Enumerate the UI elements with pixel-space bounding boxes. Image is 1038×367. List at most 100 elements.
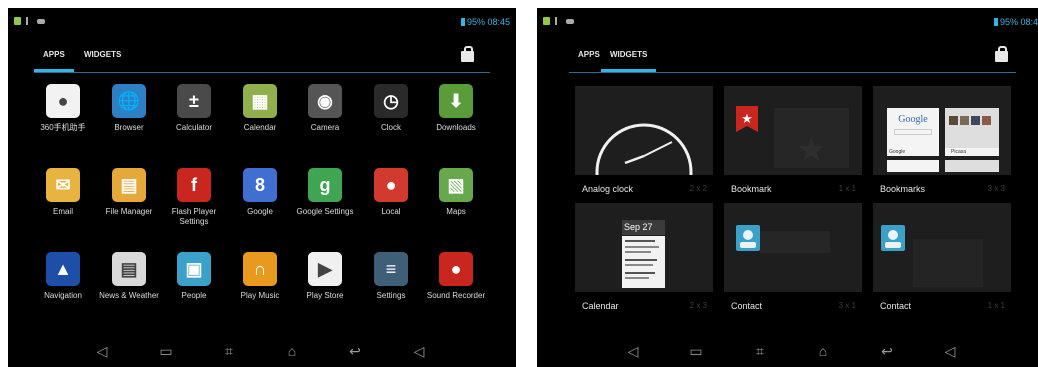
app-label: Email <box>52 207 73 216</box>
status-right: 95% 08:45 <box>460 17 510 27</box>
app-contact-card[interactable]: ▣ People <box>163 252 225 301</box>
widget-preview: Google Google Picasa <box>873 86 1011 175</box>
download-icon: ⬇ <box>439 84 473 118</box>
volume-up-icon[interactable]: ◁ <box>940 341 960 361</box>
app-globe[interactable]: 🌐 Browser <box>98 84 160 133</box>
widget-calendar[interactable]: Sep 27 Calendar 2 x 3 <box>575 203 713 321</box>
app-navigation-arrow[interactable]: ▲ Navigation <box>32 252 94 301</box>
shopping-bag-icon: ▶ <box>308 252 342 286</box>
app-shopping-bag[interactable]: ▶ Play Store <box>294 252 356 301</box>
360-assistant-icon: ● <box>46 84 80 118</box>
app-folder[interactable]: ▤ File Manager <box>98 168 160 217</box>
play-store-shortcut[interactable] <box>994 45 1009 62</box>
app-google[interactable]: 8 Google <box>229 168 291 217</box>
app-label: People <box>181 291 207 300</box>
home-icon[interactable]: ⌂ <box>813 341 833 361</box>
app-envelope[interactable]: ✉ Email <box>32 168 94 217</box>
app-label: News & Weather <box>99 291 159 300</box>
app-label: Browser <box>114 123 144 132</box>
analog-clock-icon <box>595 123 693 175</box>
back-icon[interactable]: ↩ <box>877 341 897 361</box>
widget-name: Bookmark <box>731 184 772 194</box>
calendar-date-header: Sep 27 <box>622 220 665 235</box>
bookmark-caption: Picasa <box>945 148 999 156</box>
widget-size: 3 x 3 <box>987 184 1005 193</box>
status-bar: 95% 08:45 <box>8 8 516 36</box>
app-calendar[interactable]: ▦ Calendar <box>229 84 291 133</box>
google-icon: 8 <box>243 168 277 202</box>
volume-up-icon[interactable]: ◁ <box>409 341 429 361</box>
app-flash[interactable]: f Flash Player Settings <box>163 168 225 227</box>
volume-down-icon[interactable]: ◁ <box>623 341 643 361</box>
widget-contact-wide[interactable]: Contact 3 x 1 <box>724 203 862 321</box>
app-label: Clock <box>380 123 401 132</box>
back-icon[interactable]: ↩ <box>345 341 365 361</box>
app-calculator[interactable]: ± Calculator <box>163 84 225 133</box>
app-label: File Manager <box>105 207 153 216</box>
screenshot-icon[interactable]: ⌗ <box>219 341 239 361</box>
calendar-icon: ▦ <box>243 84 277 118</box>
home-icon[interactable]: ⌂ <box>282 341 302 361</box>
microphone-icon: ● <box>439 252 473 286</box>
bookmark-thumb-google: Google <box>887 108 939 148</box>
contact-card-icon <box>881 225 983 287</box>
app-sliders[interactable]: ≡ Settings <box>360 252 422 301</box>
app-map-pin[interactable]: ● Local <box>360 168 422 217</box>
navigation-bar: ◁ ▭ ⌗ ⌂ ↩ ◁ <box>537 341 1038 361</box>
gamepad-icon <box>37 18 45 24</box>
play-store-shortcut[interactable] <box>460 45 475 62</box>
app-notification-icon <box>543 17 550 25</box>
contact-card-icon: ▣ <box>177 252 211 286</box>
tab-apps[interactable]: APPS <box>34 50 74 72</box>
app-download[interactable]: ⬇ Downloads <box>425 84 487 133</box>
widget-bookmark[interactable]: ★ ★ Bookmark 1 x 1 <box>724 86 862 204</box>
widget-name: Analog clock <box>582 184 634 194</box>
app-label: Camera <box>310 123 340 132</box>
app-headphones[interactable]: ∩ Play Music <box>229 252 291 301</box>
newspaper-icon: ▤ <box>112 252 146 286</box>
drawer-tabs: APPS WIDGETS <box>569 46 1016 73</box>
app-label: Flash Player Settings <box>171 207 217 226</box>
recent-apps-icon[interactable]: ▭ <box>156 341 176 361</box>
sliders-icon: ≡ <box>374 252 408 286</box>
widgets-drawer-screen: 95% 08:4 APPS WIDGETS Analog clock 2 x 2 <box>537 8 1038 367</box>
widget-name: Contact <box>731 301 763 311</box>
camera-icon: ◉ <box>308 84 342 118</box>
recent-apps-icon[interactable]: ▭ <box>686 341 706 361</box>
widget-size: 2 x 2 <box>689 184 707 193</box>
tab-widgets[interactable]: WIDGETS <box>601 50 657 72</box>
app-google-settings[interactable]: g Google Settings <box>294 168 356 217</box>
app-camera[interactable]: ◉ Camera <box>294 84 356 133</box>
widget-preview <box>873 203 1011 292</box>
usb-icon <box>26 17 32 25</box>
app-clock[interactable]: ◷ Clock <box>360 84 422 133</box>
widget-analog-clock[interactable]: Analog clock 2 x 2 <box>575 86 713 204</box>
tab-widgets[interactable]: WIDGETS <box>75 50 130 71</box>
app-newspaper[interactable]: ▤ News & Weather <box>98 252 160 301</box>
app-label: Calculator <box>175 123 212 132</box>
contact-card-icon <box>736 225 830 253</box>
app-label: Calendar <box>243 123 277 132</box>
widget-bookmarks[interactable]: Google Google Picasa Bookmarks 3 x 3 <box>873 86 1011 204</box>
usb-icon <box>555 17 561 25</box>
google-settings-icon: g <box>308 168 342 202</box>
widget-preview: Sep 27 <box>575 203 713 292</box>
google-logo: Google <box>898 114 928 125</box>
map-icon: ▧ <box>439 168 473 202</box>
calculator-icon: ± <box>177 84 211 118</box>
app-microphone[interactable]: ● Sound Recorder <box>425 252 487 301</box>
widget-preview <box>724 203 862 292</box>
widget-preview <box>575 86 713 175</box>
widget-name: Contact <box>880 301 912 311</box>
screenshot-icon[interactable]: ⌗ <box>750 341 770 361</box>
bookmark-star-icon: ★ ★ <box>736 106 849 170</box>
widget-contact[interactable]: Contact 1 x 1 <box>873 203 1011 321</box>
drawer-tabs: APPS WIDGETS <box>34 46 490 73</box>
widget-name: Calendar <box>582 301 619 311</box>
status-right: 95% 08:4 <box>993 17 1038 27</box>
globe-icon: 🌐 <box>112 84 146 118</box>
app-map[interactable]: ▧ Maps <box>425 168 487 217</box>
app-label: 360手机助手 <box>40 123 86 132</box>
volume-down-icon[interactable]: ◁ <box>92 341 112 361</box>
app-360-assistant[interactable]: ● 360手机助手 <box>32 84 94 133</box>
